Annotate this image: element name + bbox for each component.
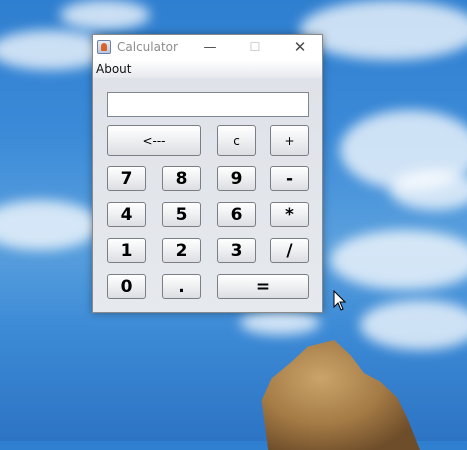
equals-button[interactable]: = (217, 274, 309, 299)
digit-9-button[interactable]: 9 (217, 166, 256, 191)
close-icon[interactable]: ✕ (283, 37, 317, 58)
digit-1-button[interactable]: 1 (107, 238, 146, 263)
digit-6-button[interactable]: 6 (217, 202, 256, 227)
divide-button[interactable]: / (270, 238, 309, 263)
maximize-icon[interactable]: ☐ (238, 37, 272, 58)
display-field[interactable] (107, 92, 309, 117)
cloud (360, 300, 467, 350)
digit-2-button[interactable]: 2 (162, 238, 201, 263)
cloud (0, 200, 100, 250)
rock-formation (261, 340, 420, 450)
calculator-window: Calculator — ☐ ✕ About <--- c + 7 8 9 - … (92, 34, 323, 313)
cloud (390, 170, 467, 210)
multiply-button[interactable]: * (270, 202, 309, 227)
minimize-icon[interactable]: — (193, 37, 227, 58)
window-title: Calculator (117, 40, 178, 54)
clear-button[interactable]: c (217, 125, 256, 156)
menu-bar: About (93, 60, 322, 78)
menu-about[interactable]: About (96, 62, 131, 76)
cloud (240, 310, 320, 335)
digit-7-button[interactable]: 7 (107, 166, 146, 191)
digit-0-button[interactable]: 0 (107, 274, 146, 299)
calculator-panel: <--- c + 7 8 9 - 4 5 6 * 1 2 3 / 0 . = (93, 78, 322, 312)
decimal-point-button[interactable]: . (162, 274, 201, 299)
digit-8-button[interactable]: 8 (162, 166, 201, 191)
backspace-button[interactable]: <--- (107, 125, 201, 156)
cloud (300, 0, 467, 60)
java-app-icon[interactable] (97, 40, 111, 54)
minus-button[interactable]: - (270, 166, 309, 191)
title-bar[interactable]: Calculator — ☐ ✕ (93, 35, 322, 60)
mouse-cursor-icon (333, 290, 347, 311)
plus-button[interactable]: + (270, 125, 309, 156)
digit-3-button[interactable]: 3 (217, 238, 256, 263)
digit-4-button[interactable]: 4 (107, 202, 146, 227)
cloud (60, 0, 150, 30)
cloud (330, 230, 467, 290)
digit-5-button[interactable]: 5 (162, 202, 201, 227)
